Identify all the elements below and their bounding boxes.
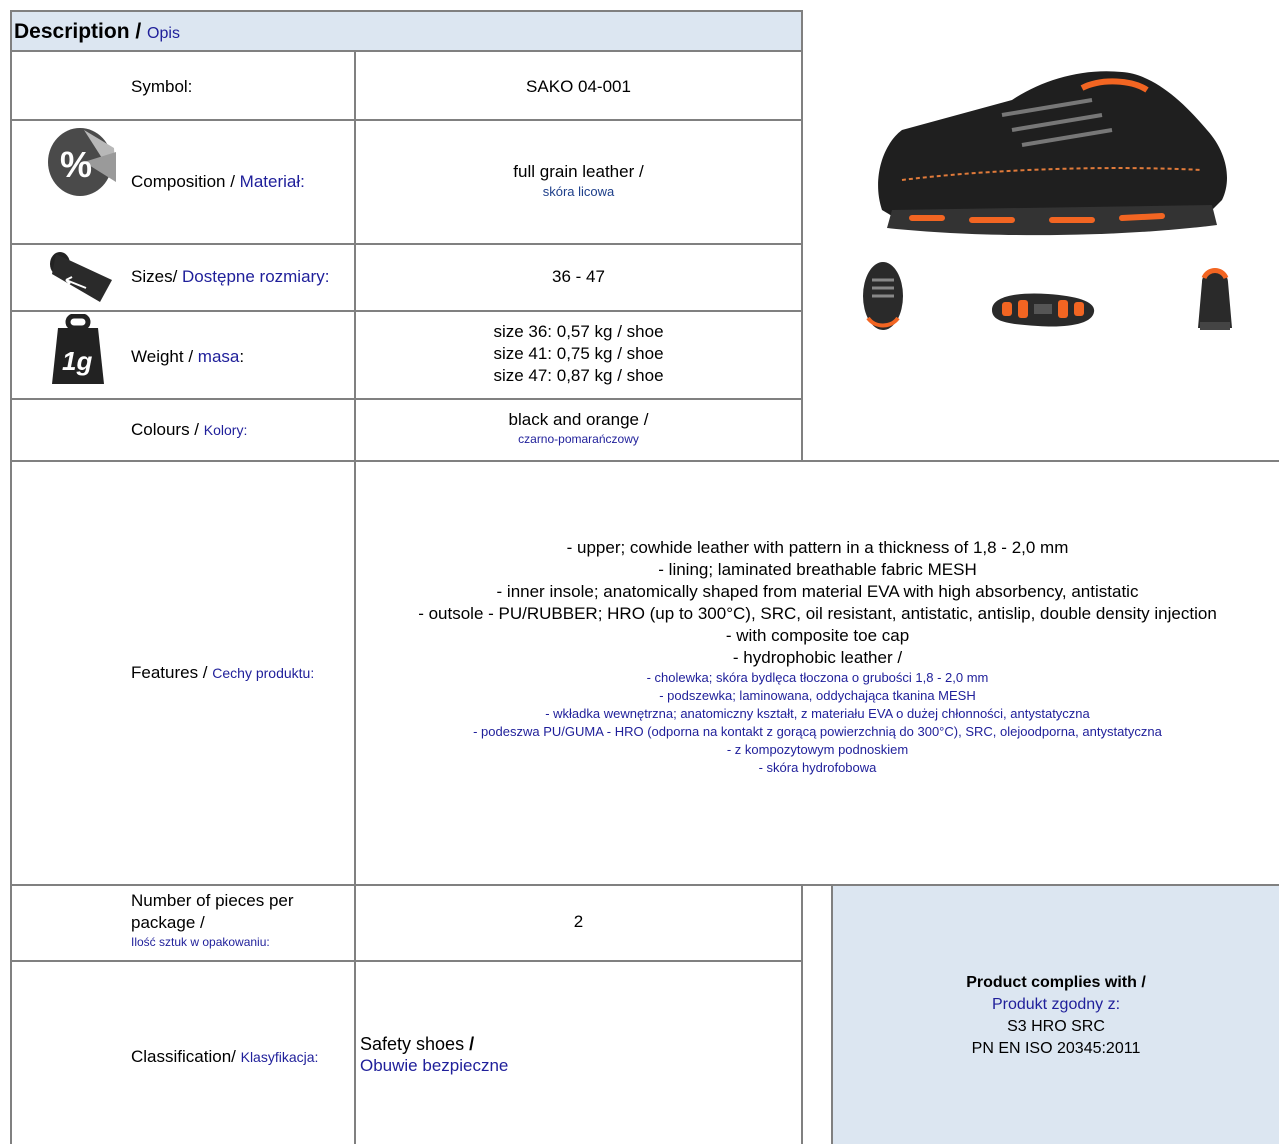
header-title-en: Description / [14,20,142,43]
feature-pl-4: - podeszwa PU/GUMA - HRO (odporna na kon… [473,724,1162,739]
symbol-value: SAKO 04-001 [526,77,631,96]
percent-pie-icon: % [44,122,120,198]
compliance-box: Product complies with / Produkt zgodny z… [833,886,1279,1144]
symbol-label: Symbol: [131,77,193,96]
pieces-label-line1: Number of pieces per [131,891,294,910]
tape-roll-icon [46,250,122,304]
weight-label-pl: masa [197,347,240,366]
feature-en-6: - hydrophobic leather / [732,648,903,667]
header-title-pl: Opis [147,25,180,42]
features-label-pl: Cechy produktu [212,665,311,681]
weight-value-41: size 41: 0,75 kg / shoe [493,344,664,363]
product-main-image [862,60,1242,240]
compliance-title-en: Product complies with / [966,974,1146,991]
classification-label-en: Classification/ [131,1047,236,1066]
feature-pl-1: - cholewka; skóra bydlęca tłoczona o gru… [646,670,989,685]
weight-value-36: size 36: 0,57 kg / shoe [493,322,664,341]
colours-value: black and orange / czarno-pomarańczowy [356,409,801,447]
composition-label-pl: Materiał [239,172,301,191]
weight-value-47: size 47: 0,87 kg / shoe [493,366,664,385]
weight-values: size 36: 0,57 kg / shoe size 41: 0,75 kg… [356,321,801,387]
pieces-label: Number of pieces per package / Ilość szt… [131,890,351,950]
colours-value-pl: czarno-pomarańczowy [518,432,639,446]
sizes-value: 36 - 47 [552,267,605,286]
colours-label-pl: Kolory [203,422,244,438]
feature-pl-3: - wkładka wewnętrzna; anatomiczny kształ… [545,706,1090,721]
pieces-label-pl: Ilość sztuk w opakowaniu: [131,935,270,949]
svg-text:%: % [60,144,92,185]
classification-label-pl: Klasyfikacja [240,1049,315,1065]
feature-en-5: - with composite toe cap [725,626,910,645]
product-side-image [860,258,906,334]
classification-value-pl: Obuwie bezpieczne [360,1056,509,1075]
sizes-label-pl: Dostępne rozmiary [182,267,325,286]
composition-value: full grain leather / skóra licowa [356,161,801,201]
feature-en-1: - upper; cowhide leather with pattern in… [566,538,1069,557]
svg-text:1g: 1g [62,346,92,376]
pieces-label-line2: package / [131,913,205,932]
features-label: Features / Cechy produktu: [131,662,314,684]
colours-label-colon: : [243,422,248,438]
weight-label: Weight / masa: [131,346,244,368]
classification-label-colon: : [314,1049,319,1065]
pieces-value: 2 [573,912,584,931]
feature-en-3: - inner insole; anatomically shaped from… [496,582,1139,601]
features-label-colon: : [310,665,315,681]
compliance-line1: S3 HRO SRC [1007,1018,1105,1035]
features-list: - upper; cowhide leather with pattern in… [356,537,1279,777]
compliance-title-pl: Produkt zgodny z: [991,996,1121,1013]
classification-label: Classification/ Klasyfikacja: [131,1046,318,1068]
composition-label: Composition / Materiał: [131,171,305,193]
product-sole-image [988,288,1098,330]
colours-label-en: Colours / [131,420,200,439]
feature-pl-2: - podszewka; laminowana, oddychająca tka… [659,688,976,703]
composition-value-pl: skóra licowa [542,184,615,199]
classification-value-en: Safety shoes [360,1034,465,1054]
feature-pl-5: - z kompozytowym podnoskiem [726,742,909,757]
sizes-label-en: Sizes/ [131,267,178,286]
colours-label: Colours / Kolory: [131,419,247,441]
classification-value-slash: / [464,1034,475,1054]
feature-en-2: - lining; laminated breathable fabric ME… [658,560,977,579]
sizes-label: Sizes/ Dostępne rozmiary: [131,266,329,288]
colours-value-en: black and orange / [508,410,649,429]
weight-label-colon: : [239,347,245,366]
features-label-en: Features / [131,663,208,682]
compliance-line2: PN EN ISO 20345:2011 [971,1040,1141,1057]
product-back-image [1196,262,1234,334]
feature-en-4: - outsole - PU/RUBBER; HRO (up to 300°C)… [418,604,1217,623]
weight-label-en: Weight / [131,347,194,366]
weight-1g-icon: 1g [50,313,106,386]
feature-pl-6: - skóra hydrofobowa [758,760,877,775]
composition-label-colon: : [300,172,305,191]
description-header: Description / Opis [10,10,803,52]
classification-value: Safety shoes / Obuwie bezpieczne [360,1033,800,1077]
sizes-label-colon: : [324,267,330,286]
composition-label-en: Composition / [131,172,235,191]
composition-value-en: full grain leather / [513,162,644,181]
